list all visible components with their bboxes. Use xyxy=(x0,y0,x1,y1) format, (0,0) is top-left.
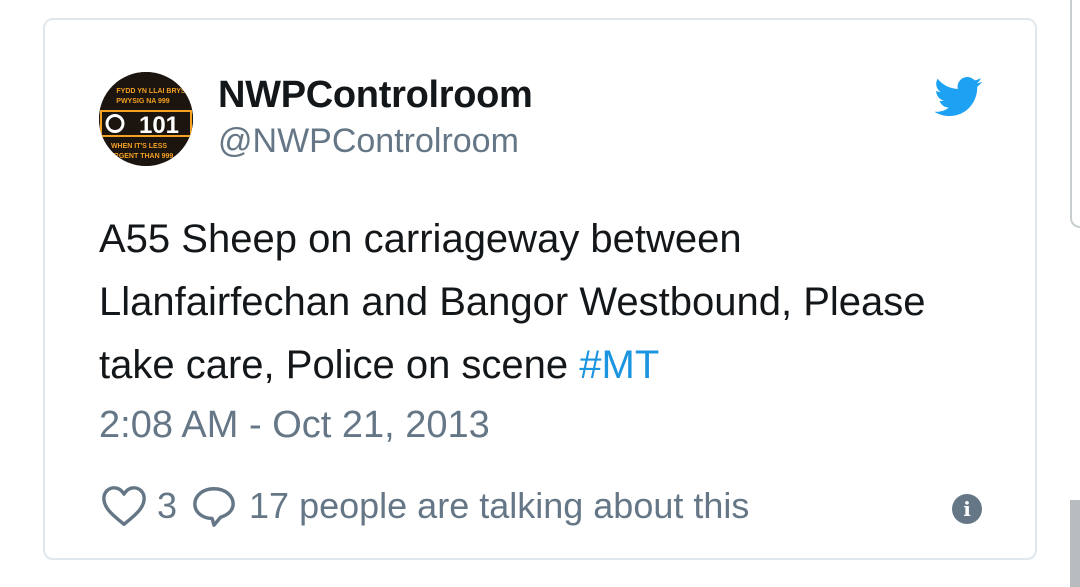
tweet-actions: 3 17 people are talking about this xyxy=(101,482,749,530)
tweet-timestamp[interactable]: 2:08 AM - Oct 21, 2013 xyxy=(99,404,490,447)
speech-bubble-icon[interactable] xyxy=(191,484,237,528)
avatar-line2-text: PWYSIG NA 999 xyxy=(116,98,170,105)
twitter-bird-icon[interactable] xyxy=(935,77,983,117)
hashtag-link[interactable]: #MT xyxy=(579,343,659,387)
tweet-card[interactable]: FYDD YN LLAI BRYS PWYSIG NA 999 101 WHEN… xyxy=(43,18,1037,560)
scrollbar-thumb[interactable] xyxy=(1070,500,1080,587)
heart-icon[interactable] xyxy=(101,484,147,528)
display-name[interactable]: NWPControlroom xyxy=(218,74,533,117)
avatar[interactable]: FYDD YN LLAI BRYS PWYSIG NA 999 101 WHEN… xyxy=(99,72,193,166)
avatar-line3-text: WHEN IT'S LESS xyxy=(111,143,167,150)
scrollbar-track xyxy=(1070,0,1080,228)
talking-about-text[interactable]: 17 people are talking about this xyxy=(249,485,749,527)
like-count: 3 xyxy=(157,485,178,526)
avatar-top-text: FYDD YN LLAI BRYS xyxy=(116,88,186,95)
tweet-body-text: A55 Sheep on carriageway between Llanfai… xyxy=(99,217,926,387)
avatar-number-text: 101 xyxy=(139,112,179,139)
user-handle[interactable]: @NWPControlroom xyxy=(218,122,519,161)
tweet-text: A55 Sheep on carriageway between Llanfai… xyxy=(99,208,979,397)
avatar-line4-text: URGENT THAN 999 xyxy=(109,153,174,160)
info-icon[interactable]: i xyxy=(952,494,982,524)
